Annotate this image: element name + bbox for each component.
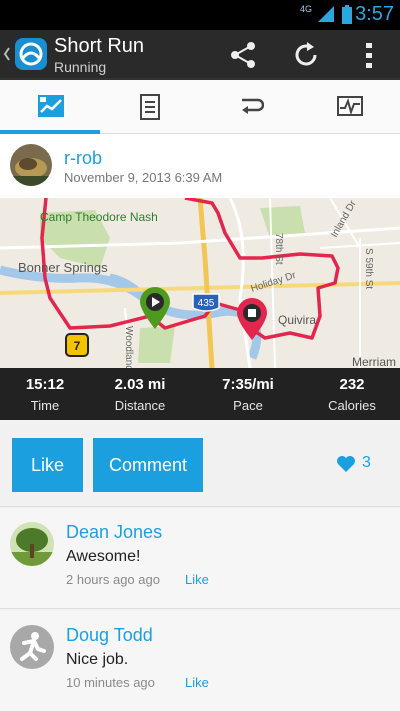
stat-label: Pace	[233, 398, 263, 413]
interstate-number: 435	[198, 298, 215, 309]
map-label: Camp Theodore Nash	[40, 210, 158, 224]
comment-like-link[interactable]: Like	[185, 572, 209, 587]
like-button[interactable]: Like	[12, 438, 83, 492]
activity-date: November 9, 2013 6:39 AM	[64, 170, 223, 185]
comment-item: Doug Todd Nice job. 10 minutes ago Like	[0, 611, 400, 711]
page-title: Short Run	[54, 35, 145, 57]
stat-label: Calories	[328, 398, 376, 413]
activity-stats: 15:12 Time 2.03 mi Distance 7:35/mi Pace…	[0, 368, 400, 420]
interstate-shield-icon: 435	[192, 293, 220, 312]
highway-number: 7	[74, 339, 81, 353]
stat-value: 7:35/mi	[222, 376, 274, 393]
laps-tab[interactable]	[200, 80, 300, 134]
back-chevron-icon[interactable]	[3, 42, 11, 66]
charts-tab[interactable]	[300, 80, 400, 134]
document-icon	[140, 94, 160, 120]
map-label: Merriam	[352, 355, 396, 368]
commenter-name[interactable]: Dean Jones	[66, 522, 162, 543]
map-label: S 59th St	[363, 248, 374, 289]
route-map[interactable]: Camp Theodore Nash Bonner Springs 78th S…	[0, 198, 400, 368]
refresh-icon[interactable]	[290, 39, 322, 71]
stat-calories: 232 Calories	[302, 368, 400, 420]
status-bar: 4G 3:57	[0, 0, 400, 30]
divider	[0, 506, 400, 507]
comment-like-link[interactable]: Like	[185, 675, 209, 690]
map-label: Woodland	[123, 326, 134, 368]
highway-shield-icon: 7	[65, 333, 89, 357]
activity-card: r-rob November 9, 2013 6:39 AM Camp Theo…	[0, 134, 400, 420]
comment-text: Awesome!	[66, 548, 141, 565]
divider	[0, 608, 400, 609]
commenter-avatar[interactable]	[10, 625, 54, 669]
map-label: 78th St	[273, 233, 284, 265]
comment-item: Dean Jones Awesome! 2 hours ago ago Like	[0, 508, 400, 608]
chart-icon	[337, 96, 363, 116]
signal-icon	[318, 6, 334, 22]
action-bar: Short Run Running	[0, 30, 400, 80]
stat-value: 2.03 mi	[114, 376, 166, 393]
tab-bar	[0, 80, 400, 134]
owner-avatar[interactable]	[10, 144, 52, 186]
laps-icon	[242, 98, 264, 114]
app-icon[interactable]	[13, 36, 49, 72]
heart-icon[interactable]	[336, 455, 356, 473]
network-type: 4G	[299, 4, 312, 14]
stat-label: Distance	[114, 398, 166, 413]
comment-time: 2 hours ago ago	[66, 572, 160, 587]
map-icon	[38, 95, 64, 117]
commenter-avatar[interactable]	[10, 522, 54, 566]
overflow-menu-icon[interactable]	[353, 39, 385, 71]
stat-time: 15:12 Time	[0, 368, 95, 420]
page-subtitle: Running	[54, 59, 107, 75]
stat-value: 232	[339, 376, 365, 393]
details-tab[interactable]	[100, 80, 200, 134]
comment-time: 10 minutes ago	[66, 675, 155, 690]
map-label: Bonner Springs	[18, 260, 108, 275]
clock: 3:57	[355, 3, 394, 25]
map-tab[interactable]	[0, 80, 100, 134]
comment-button[interactable]: Comment	[93, 438, 203, 492]
stat-label: Time	[30, 398, 60, 413]
comment-text: Nice job.	[66, 651, 129, 668]
stat-value: 15:12	[25, 376, 65, 393]
like-count[interactable]: 3	[362, 454, 371, 472]
stat-pace: 7:35/mi Pace	[198, 368, 298, 420]
battery-icon	[342, 5, 352, 24]
share-icon[interactable]	[227, 39, 259, 71]
stat-distance: 2.03 mi Distance	[90, 368, 190, 420]
map-label: Quivira	[278, 313, 316, 327]
owner-name[interactable]: r-rob	[64, 148, 102, 169]
commenter-name[interactable]: Doug Todd	[66, 625, 153, 646]
